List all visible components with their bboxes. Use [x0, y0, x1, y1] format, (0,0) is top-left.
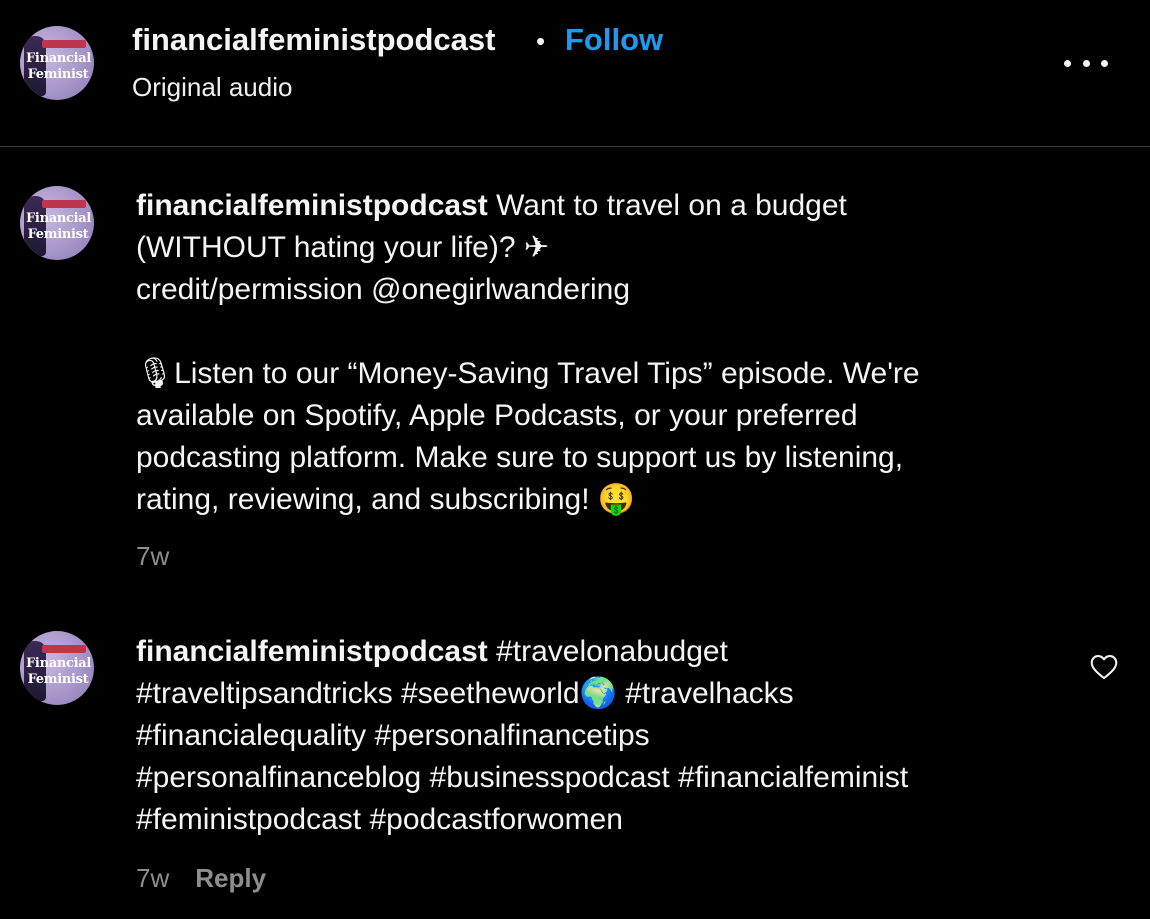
hashtag-line[interactable]: #traveltipsandtricks #seetheworld🌍 #trav…	[136, 673, 1066, 715]
heart-icon[interactable]	[1090, 654, 1118, 680]
more-options-icon[interactable]	[1064, 55, 1108, 71]
hashtag-line[interactable]: #personalfinanceblog #businesspodcast #f…	[136, 757, 1066, 799]
reel-header: Financial Feminist financialfeministpodc…	[0, 0, 1150, 147]
avatar[interactable]: Financial Feminist	[20, 186, 94, 260]
timestamp: 7w	[136, 863, 170, 893]
hashtag-link[interactable]: #travelonabudget	[496, 635, 728, 668]
reply-button[interactable]: Reply	[195, 863, 266, 893]
comment-username[interactable]: financialfeministpodcast	[136, 635, 488, 668]
hashtag-comment: financialfeministpodcast #travelonabudge…	[136, 631, 1066, 841]
caption-text: financialfeministpodcast Want to travel …	[136, 185, 1056, 521]
comment-meta: 7w Reply	[136, 863, 266, 894]
divider	[0, 146, 1150, 147]
audio-label[interactable]: Original audio	[132, 72, 292, 103]
hashtag-line[interactable]: #financialequality #personalfinancetips	[136, 715, 1066, 757]
hashtag-line[interactable]: #feministpodcast #podcastforwomen	[136, 799, 1066, 841]
avatar[interactable]: Financial Feminist	[20, 631, 94, 705]
comment-meta: 7w	[136, 541, 169, 572]
credit-mention[interactable]: credit/permission @onegirlwandering	[136, 269, 1056, 311]
avatar[interactable]: Financial Feminist	[20, 26, 94, 100]
separator-dot: •	[536, 26, 546, 56]
timestamp: 7w	[136, 541, 170, 571]
follow-button[interactable]: Follow	[565, 22, 663, 58]
comment-username[interactable]: financialfeministpodcast	[136, 189, 488, 222]
header-username[interactable]: financialfeministpodcast	[132, 22, 495, 58]
